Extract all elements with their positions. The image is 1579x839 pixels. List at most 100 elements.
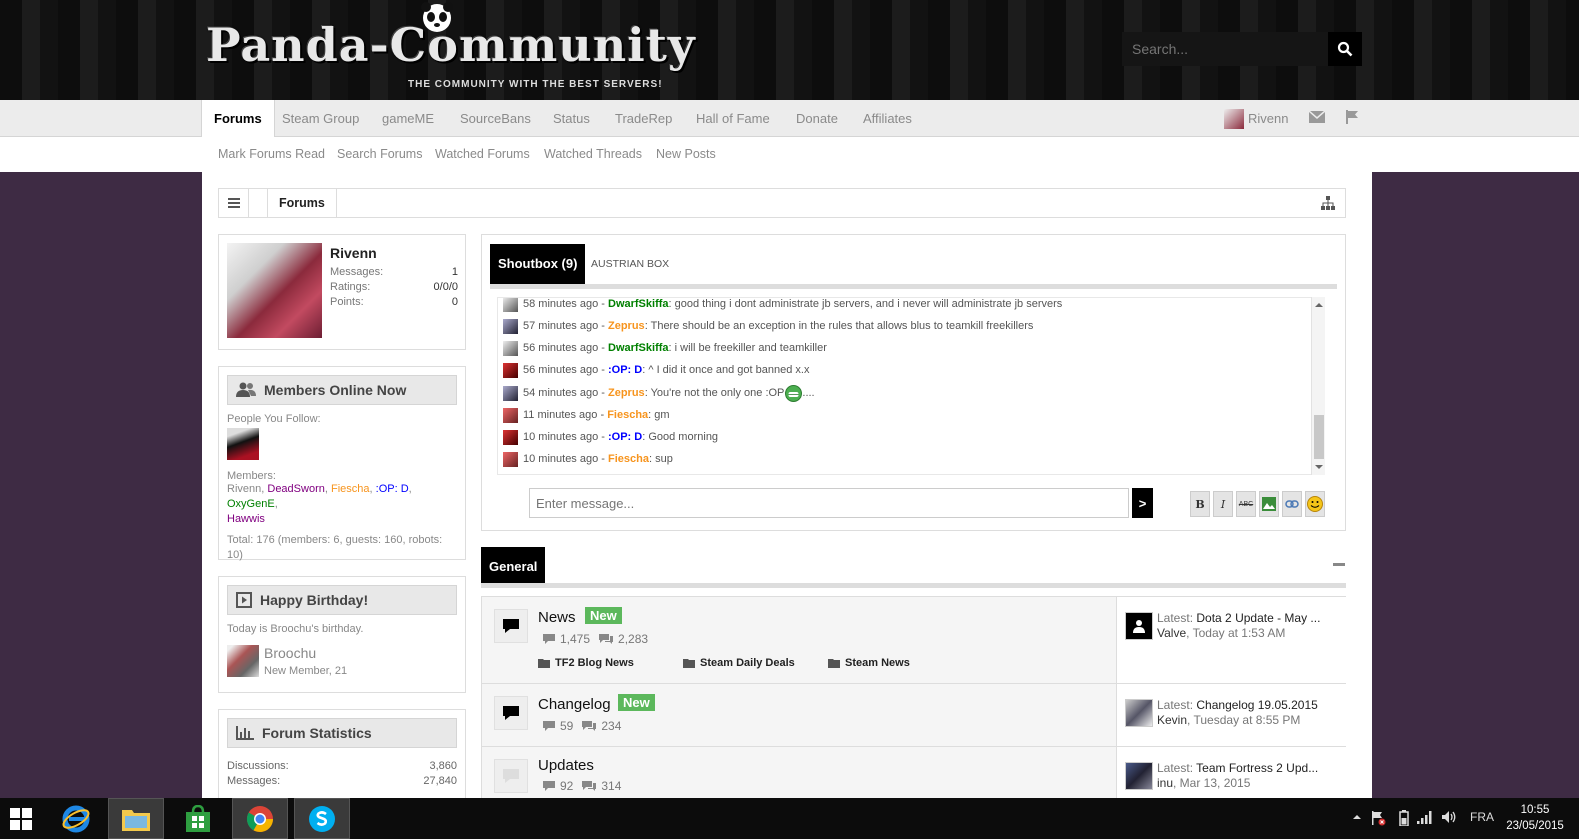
tab-forums[interactable]: Forums bbox=[201, 100, 275, 138]
member-link[interactable]: OxyGenE bbox=[227, 498, 275, 510]
breadcrumb-menu-button[interactable] bbox=[219, 189, 249, 217]
posts-icon bbox=[582, 721, 597, 731]
shout-user[interactable]: Fiescha bbox=[608, 453, 649, 465]
stat-value[interactable]: 1 bbox=[452, 266, 458, 278]
start-button[interactable] bbox=[0, 798, 42, 839]
shout-input[interactable] bbox=[529, 488, 1129, 518]
visitor-name[interactable]: Rivenn bbox=[330, 245, 377, 261]
latest-thread[interactable]: Latest: Changelog 19.05.2015 bbox=[1157, 698, 1343, 712]
member-link[interactable]: Fiescha bbox=[331, 483, 370, 495]
shout-avatar[interactable] bbox=[503, 318, 518, 334]
shout-avatar[interactable] bbox=[503, 451, 518, 467]
forum-row-news[interactable]: News New 1,475 2,283 TF2 Blog News Steam… bbox=[481, 596, 1346, 684]
scrollbar-thumb[interactable] bbox=[1314, 415, 1324, 459]
watched-threads-link[interactable]: Watched Threads bbox=[544, 137, 642, 172]
latest-user[interactable]: Kevin bbox=[1157, 713, 1187, 727]
subforum-link[interactable]: Steam News bbox=[828, 657, 910, 669]
new-posts-link[interactable]: New Posts bbox=[656, 137, 716, 172]
language-indicator[interactable]: FRA bbox=[1470, 810, 1494, 824]
shout-send-button[interactable]: > bbox=[1132, 488, 1153, 518]
tab-status[interactable]: Status bbox=[553, 100, 590, 137]
member-link[interactable]: :OP: D bbox=[376, 483, 409, 495]
member-link[interactable]: Rivenn bbox=[227, 483, 261, 495]
strike-button[interactable]: ABC bbox=[1236, 491, 1256, 517]
shout-user[interactable]: DwarfSkiffa bbox=[608, 342, 669, 354]
tab-austrian-box[interactable]: AUSTRIAN BOX bbox=[591, 244, 669, 284]
scroll-up-icon[interactable] bbox=[1314, 301, 1324, 309]
smilies-button[interactable] bbox=[1305, 491, 1325, 517]
shout-avatar[interactable] bbox=[503, 362, 518, 378]
taskbar-skype[interactable] bbox=[294, 798, 350, 839]
battery-icon[interactable] bbox=[1399, 810, 1409, 826]
latest-thread[interactable]: Latest: Team Fortress 2 Upd... bbox=[1157, 761, 1343, 775]
site-logo[interactable]: Panda-Community THE COMMUNITY WITH THE B… bbox=[206, 0, 706, 100]
post-count: 314 bbox=[601, 779, 622, 793]
birthday-name[interactable]: Broochu bbox=[264, 645, 316, 661]
tab-shoutbox[interactable]: Shoutbox (9) bbox=[490, 244, 586, 284]
latest-avatar[interactable] bbox=[1125, 612, 1153, 640]
followed-avatar[interactable] bbox=[227, 428, 259, 460]
taskbar-internet-explorer[interactable] bbox=[48, 798, 104, 839]
action-center-flag-icon[interactable] bbox=[1370, 810, 1386, 826]
mark-forums-read-link[interactable]: Mark Forums Read bbox=[218, 137, 325, 172]
shout-user[interactable]: DwarfSkiffa bbox=[608, 298, 669, 310]
shout-user[interactable]: :OP: D bbox=[608, 431, 642, 443]
shout-user[interactable]: :OP: D bbox=[608, 364, 642, 376]
alerts-button[interactable] bbox=[1345, 110, 1359, 124]
network-signal-icon[interactable] bbox=[1417, 810, 1433, 824]
latest-user[interactable]: Valve bbox=[1157, 626, 1186, 640]
volume-icon[interactable] bbox=[1441, 810, 1457, 824]
shout-avatar[interactable] bbox=[503, 407, 518, 423]
category-general[interactable]: General bbox=[481, 547, 546, 583]
latest-thread[interactable]: Latest: Dota 2 Update - May ... bbox=[1157, 611, 1343, 625]
system-clock[interactable]: 10:55 23/05/2015 bbox=[1500, 802, 1570, 834]
user-menu[interactable]: Rivenn bbox=[1224, 100, 1288, 137]
tab-affiliates[interactable]: Affiliates bbox=[863, 100, 912, 137]
inbox-button[interactable] bbox=[1308, 110, 1326, 125]
shout-avatar[interactable] bbox=[503, 298, 518, 312]
birthday-avatar[interactable] bbox=[227, 645, 259, 677]
latest-avatar[interactable] bbox=[1125, 699, 1153, 727]
tray-expand-icon[interactable] bbox=[1352, 814, 1362, 820]
forum-title[interactable]: Updates bbox=[538, 757, 594, 774]
sitemap-icon[interactable] bbox=[1321, 196, 1335, 210]
member-link[interactable]: DeadSworn bbox=[267, 483, 324, 495]
italic-button[interactable]: I bbox=[1213, 491, 1233, 517]
bold-button[interactable]: B bbox=[1190, 491, 1210, 517]
latest-avatar[interactable] bbox=[1125, 762, 1153, 790]
taskbar-file-explorer[interactable] bbox=[108, 798, 164, 839]
tab-steam-group[interactable]: Steam Group bbox=[282, 100, 359, 137]
forum-row-changelog[interactable]: Changelog New 59 234 Latest: Changelog 1… bbox=[481, 684, 1346, 747]
tab-donate[interactable]: Donate bbox=[796, 100, 838, 137]
shout-user[interactable]: Fiescha bbox=[607, 409, 648, 421]
forum-title[interactable]: News bbox=[538, 609, 576, 626]
visitor-avatar[interactable] bbox=[227, 243, 322, 338]
shout-avatar[interactable] bbox=[503, 340, 518, 356]
shout-user[interactable]: Zeprus bbox=[608, 320, 645, 332]
search-input[interactable] bbox=[1122, 32, 1328, 66]
shoutbox-scrollbar[interactable] bbox=[1311, 297, 1325, 475]
subforum-link[interactable]: Steam Daily Deals bbox=[683, 657, 795, 669]
taskbar-store[interactable] bbox=[170, 798, 226, 839]
tab-sourcebans[interactable]: SourceBans bbox=[460, 100, 531, 137]
search-forums-link[interactable]: Search Forums bbox=[337, 137, 422, 172]
collapse-icon[interactable] bbox=[1333, 563, 1345, 566]
latest-user[interactable]: inu bbox=[1157, 776, 1173, 790]
subforum-link[interactable]: TF2 Blog News bbox=[538, 657, 634, 669]
tab-gameme[interactable]: gameME bbox=[382, 100, 434, 137]
taskbar-chrome[interactable] bbox=[232, 798, 288, 839]
shout-avatar[interactable] bbox=[503, 385, 518, 401]
image-button[interactable] bbox=[1259, 491, 1279, 517]
search-button[interactable] bbox=[1328, 32, 1362, 66]
forum-title[interactable]: Changelog bbox=[538, 696, 611, 713]
member-link[interactable]: Hawwis bbox=[227, 513, 265, 525]
tab-hall-of-fame[interactable]: Hall of Fame bbox=[696, 100, 770, 137]
shout-avatar[interactable] bbox=[503, 429, 518, 445]
shout-user[interactable]: Zeprus bbox=[608, 387, 645, 399]
watched-forums-link[interactable]: Watched Forums bbox=[435, 137, 530, 172]
tab-traderep[interactable]: TradeRep bbox=[615, 100, 672, 137]
forum-row-updates[interactable]: Updates 92 314 Latest: Team Fortress 2 U… bbox=[481, 747, 1346, 798]
breadcrumb-forums[interactable]: Forums bbox=[267, 189, 337, 217]
link-button[interactable] bbox=[1282, 491, 1302, 517]
scroll-down-icon[interactable] bbox=[1314, 463, 1324, 471]
